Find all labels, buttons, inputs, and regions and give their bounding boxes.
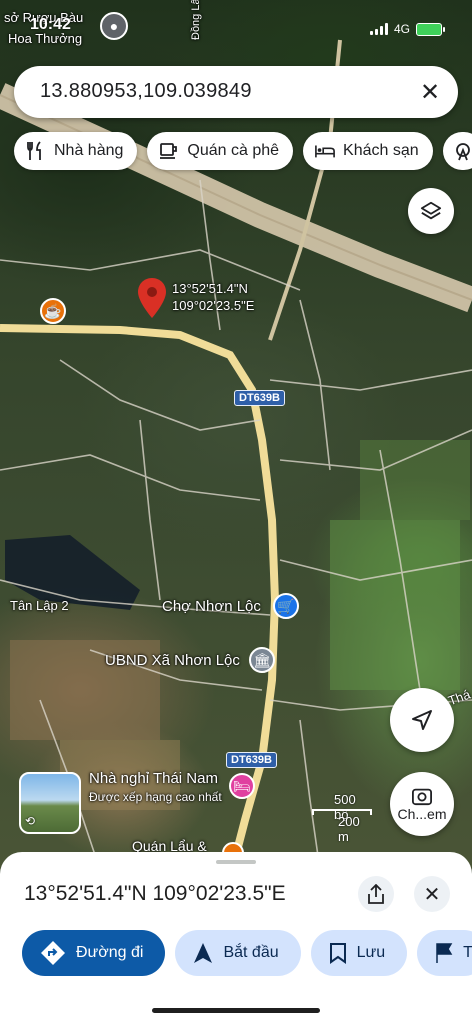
directions-icon xyxy=(41,941,65,965)
navigation-arrow-icon xyxy=(412,710,432,730)
navigation-arrow-icon xyxy=(194,943,213,963)
category-chips: Nhà hàng Quán cà phê Khách sạn xyxy=(14,132,472,170)
layers-button[interactable] xyxy=(408,188,454,234)
bookmark-icon xyxy=(329,943,346,964)
road-badge: DT639B xyxy=(226,752,277,768)
market-label[interactable]: Chợ Nhơn Lộc xyxy=(162,598,261,615)
pin-latitude: 13°52'51.4"N xyxy=(172,281,248,296)
share-button[interactable] xyxy=(358,876,394,912)
home-indicator xyxy=(152,1008,320,1013)
save-label: Lưu xyxy=(356,944,386,961)
battery-icon xyxy=(416,22,446,36)
satellite-map[interactable]: sở Rượu Bàu Hoa Thưởng Đồng Lâm ● ☕ 13°5… xyxy=(0,0,472,870)
rotate-360-icon: ⟲ xyxy=(25,814,36,828)
status-time: 10:42 xyxy=(30,16,71,33)
action-buttons: Đường đi Bắt đầu Lưu T xyxy=(22,930,472,976)
chip-restaurants[interactable]: Nhà hàng xyxy=(14,132,138,170)
flag-icon xyxy=(436,943,453,963)
hotel-rating-label: Được xếp hạng cao nhất xyxy=(89,790,222,804)
directions-label: Đường đi xyxy=(76,944,144,961)
close-icon[interactable]: ✕ xyxy=(416,78,444,106)
signal-icon xyxy=(370,23,388,35)
fork-knife-icon xyxy=(26,141,46,161)
search-bar[interactable]: 13.880953,109.039849 ✕ xyxy=(14,66,458,118)
save-button[interactable]: Lưu xyxy=(310,930,408,976)
start-label: Bắt đầu xyxy=(223,944,279,961)
pin-coordinates: 13°52'51.4"N 109°02'23.5"E xyxy=(172,280,254,314)
pin-longitude: 109°02'23.5"E xyxy=(172,298,255,313)
road-badge: DT639B xyxy=(234,390,285,406)
chip-coffee[interactable]: Quán cà phê xyxy=(147,132,294,170)
explore-label: Ch...em xyxy=(397,806,447,822)
close-icon: ✕ xyxy=(423,883,441,906)
coffee-cup-icon xyxy=(159,141,179,161)
chip-hotels[interactable]: Khách sạn xyxy=(303,132,433,170)
chip-label: Nhà hàng xyxy=(54,142,124,159)
label-button[interactable]: T xyxy=(417,930,472,976)
chip-label: Khách sạn xyxy=(343,142,419,159)
attractions-icon xyxy=(453,141,472,161)
hotel-label[interactable]: Nhà nghỉ Thái Nam xyxy=(89,770,218,787)
place-bottom-sheet[interactable]: 13°52'51.4"N 109°02'23.5"E ✕ Đường đi Bắ… xyxy=(0,852,472,1024)
drag-handle[interactable] xyxy=(216,860,256,864)
label-label: T xyxy=(463,944,472,961)
bed-icon[interactable]: 🛏 xyxy=(229,773,255,799)
place-title: 13°52'51.4"N 109°02'23.5"E xyxy=(24,882,286,905)
network-type: 4G xyxy=(394,22,411,36)
status-icons: 4G xyxy=(370,22,446,36)
street-view-thumbnail[interactable]: ⟲ xyxy=(19,772,81,834)
camera-search-icon xyxy=(412,788,432,806)
place-label[interactable]: Tân Lập 2 xyxy=(10,598,69,613)
status-bar: 10:42 4G xyxy=(0,8,472,48)
explore-button[interactable]: Ch...em xyxy=(390,772,454,836)
shopping-cart-icon[interactable]: 🛒 xyxy=(273,593,299,619)
search-query[interactable]: 13.880953,109.039849 xyxy=(40,80,252,103)
government-building-icon[interactable]: 🏛 xyxy=(249,647,275,673)
layers-icon xyxy=(420,201,442,220)
scale-meters: 200 m xyxy=(338,814,360,844)
close-sheet-button[interactable]: ✕ xyxy=(414,876,450,912)
start-button[interactable]: Bắt đầu xyxy=(175,930,301,976)
coffee-cup-icon[interactable]: ☕ xyxy=(40,298,66,324)
directions-button[interactable]: Đường đi xyxy=(22,930,166,976)
share-icon xyxy=(368,884,384,904)
chip-more[interactable] xyxy=(442,132,472,170)
map-pin-icon[interactable] xyxy=(138,278,166,318)
government-label[interactable]: UBND Xã Nhơn Lộc xyxy=(105,652,240,669)
bed-icon xyxy=(315,141,335,161)
my-location-button[interactable] xyxy=(390,688,454,752)
chip-label: Quán cà phê xyxy=(187,142,280,159)
